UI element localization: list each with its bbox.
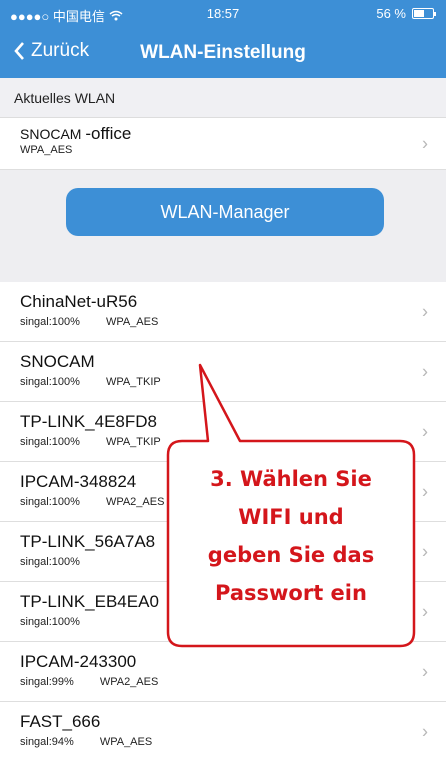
network-signal: singal:100% [20,556,80,568]
network-name: TP-LINK_56A7A8 [20,532,156,551]
current-network-row[interactable]: SNOCAM -office WPA_AES › [0,118,446,170]
network-name: TP-LINK_EB4EA0 [20,592,159,611]
top-bar: ●●●●○ 中国电信 18:57 56 % Zurück WLAN-Einste… [0,0,446,78]
network-security: WPA_AES [105,316,159,328]
network-signal: singal:100% [20,376,80,388]
network-row[interactable]: TP-LINK_4E8FD8 singal:100% WPA_TKIP › [0,402,446,462]
network-name: SNOCAM [20,352,95,371]
chevron-right-icon: › [422,421,428,441]
section-header: Aktuelles WLAN [0,78,446,118]
network-row[interactable]: FAST_666 singal:94% WPA_AES › [0,702,446,758]
annotation-line: Passwort ein [215,581,367,605]
annotation-line: 3. Wählen Sie [210,467,372,491]
network-signal: singal:100% [20,616,80,628]
battery-percent: 56 % [376,6,406,21]
network-security: WPA2_AES [99,676,159,688]
chevron-right-icon: › [422,721,428,741]
battery-icon [412,8,436,19]
network-name: IPCAM-243300 [20,652,137,671]
annotation-line: geben Sie das [207,543,375,567]
network-row[interactable]: ChinaNet-uR56 singal:100% WPA_AES › [0,282,446,342]
page-title: WLAN-Einstellung [140,42,306,63]
network-row[interactable]: SNOCAM singal:100% WPA_TKIP › [0,342,446,402]
chevron-right-icon: › [422,541,428,561]
network-row[interactable]: IPCAM-243300 singal:99% WPA2_AES › [0,642,446,702]
chevron-right-icon: › [422,661,428,681]
current-network-name: SNOCAM -office [20,124,132,143]
current-network-security: WPA_AES [20,144,73,156]
network-security: WPA_TKIP [105,436,161,448]
network-name: IPCAM-348824 [20,472,137,491]
network-security: WPA2_AES [105,496,165,508]
manager-area: WLAN-Manager [0,170,446,282]
chevron-right-icon: › [422,601,428,621]
network-signal: singal:100% [20,496,80,508]
chevron-right-icon: › [422,361,428,381]
annotation-line: WIFI und [238,505,344,529]
annotation-text: 3. Wählen Sie WIFI und geben Sie das Pas… [168,460,414,612]
network-signal: singal:94% [20,736,74,748]
wlan-manager-button[interactable]: WLAN-Manager [66,188,384,236]
network-security: WPA_AES [99,736,153,748]
network-signal: singal:100% [20,316,80,328]
network-name: TP-LINK_4E8FD8 [20,412,157,431]
status-bar: ●●●●○ 中国电信 18:57 56 % [0,0,446,26]
network-signal: singal:100% [20,436,80,448]
chevron-right-icon: › [422,481,428,501]
chevron-right-icon: › [422,133,428,153]
network-signal: singal:99% [20,676,74,688]
chevron-right-icon: › [422,301,428,321]
network-security: WPA_TKIP [105,376,161,388]
network-name: FAST_666 [20,712,101,731]
network-name: ChinaNet-uR56 [20,292,138,311]
